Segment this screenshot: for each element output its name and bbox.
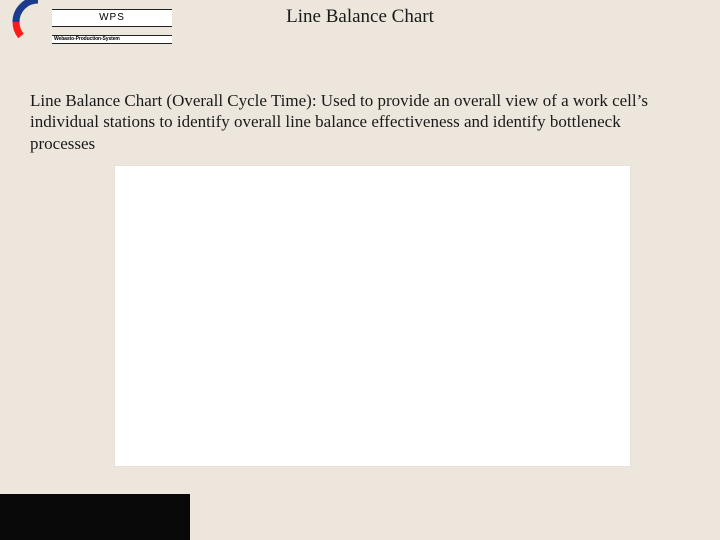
header: WPS Webasto-Production-System Line Balan… [0, 0, 720, 60]
page-description: Line Balance Chart (Overall Cycle Time):… [30, 90, 690, 154]
content-panel [115, 166, 630, 466]
logo-abbrev: WPS [52, 9, 172, 27]
logo-subtitle: Webasto-Production-System [52, 35, 172, 44]
footer-dark-patch [0, 494, 190, 540]
page-title: Line Balance Chart [286, 6, 434, 28]
logo: WPS Webasto-Production-System [20, 2, 175, 46]
